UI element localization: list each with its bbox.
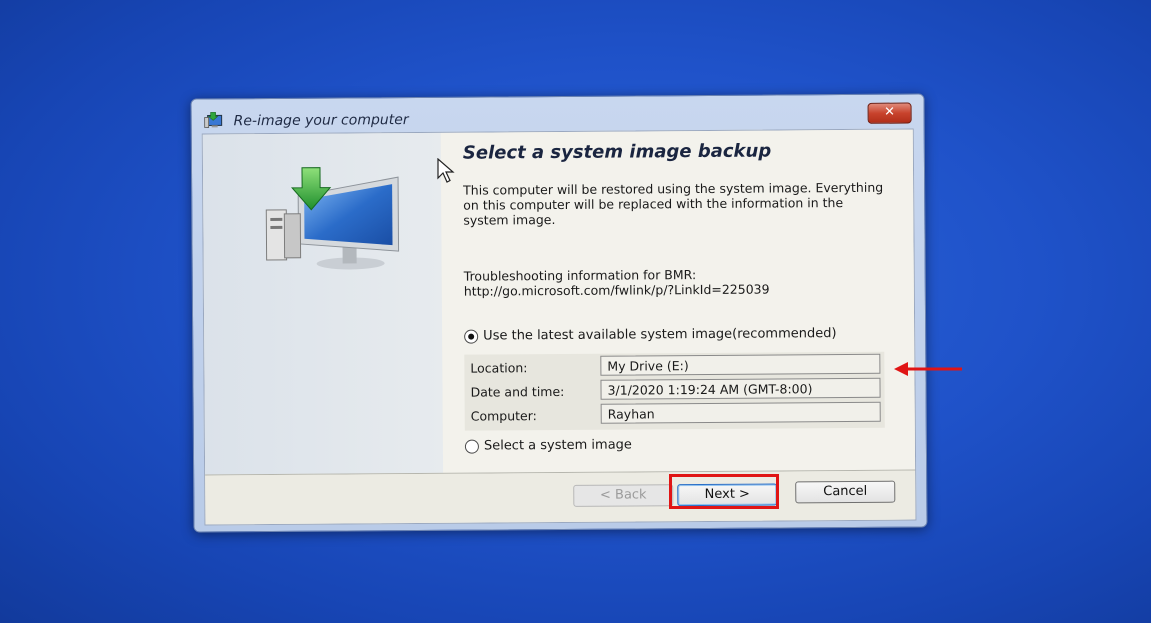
latest-image-radio[interactable] xyxy=(464,329,479,344)
next-button-highlight xyxy=(669,474,779,509)
cancel-button[interactable]: Cancel xyxy=(795,480,896,504)
close-button[interactable]: ✕ xyxy=(867,102,912,124)
right-panel: Select a system image backup This comput… xyxy=(440,129,916,473)
datetime-row: Date and time: 3/1/2020 1:19:24 AM (GMT-… xyxy=(464,377,884,405)
select-image-radio[interactable] xyxy=(464,439,479,454)
computer-row: Computer: Rayhan xyxy=(465,401,885,429)
select-image-option[interactable]: Select a system image xyxy=(464,437,632,454)
computer-label: Computer: xyxy=(470,408,537,424)
image-info-panel: Location: My Drive (E:) Date and time: 3… xyxy=(464,351,885,431)
latest-image-label[interactable]: Use the latest available system image(re… xyxy=(483,326,836,343)
red-arrow-icon xyxy=(894,360,964,382)
left-panel xyxy=(202,132,444,475)
description-text: This computer will be restored using the… xyxy=(463,179,884,228)
button-bar: < Back Next > Cancel xyxy=(205,470,916,525)
location-label: Location: xyxy=(470,360,528,376)
datetime-value: 3/1/2020 1:19:24 AM (GMT-8:00) xyxy=(600,377,881,400)
dialog-content: Select a system image backup This comput… xyxy=(201,128,917,526)
title-bar[interactable]: Re-image your computer ✕ xyxy=(192,94,924,131)
location-row: Location: My Drive (E:) xyxy=(464,353,884,381)
window-title: Re-image your computer xyxy=(233,112,409,130)
location-value: My Drive (E:) xyxy=(600,353,881,376)
computer-value: Rayhan xyxy=(600,401,881,424)
select-image-label[interactable]: Select a system image xyxy=(484,437,632,453)
page-title: Select a system image backup xyxy=(462,140,772,164)
system-image-restore-icon xyxy=(258,165,409,280)
back-button[interactable]: < Back xyxy=(573,484,674,507)
troubleshooting-link[interactable]: http://go.microsoft.com/fwlink/p/?LinkId… xyxy=(464,281,884,299)
troubleshooting-info: Troubleshooting information for BMR: htt… xyxy=(464,266,884,299)
restore-computer-icon xyxy=(204,111,224,129)
mouse-cursor-icon xyxy=(437,157,457,188)
re-image-dialog: Re-image your computer ✕ Select a system… xyxy=(190,93,928,533)
datetime-label: Date and time: xyxy=(470,383,565,400)
latest-image-option[interactable]: Use the latest available system image(re… xyxy=(464,326,837,344)
